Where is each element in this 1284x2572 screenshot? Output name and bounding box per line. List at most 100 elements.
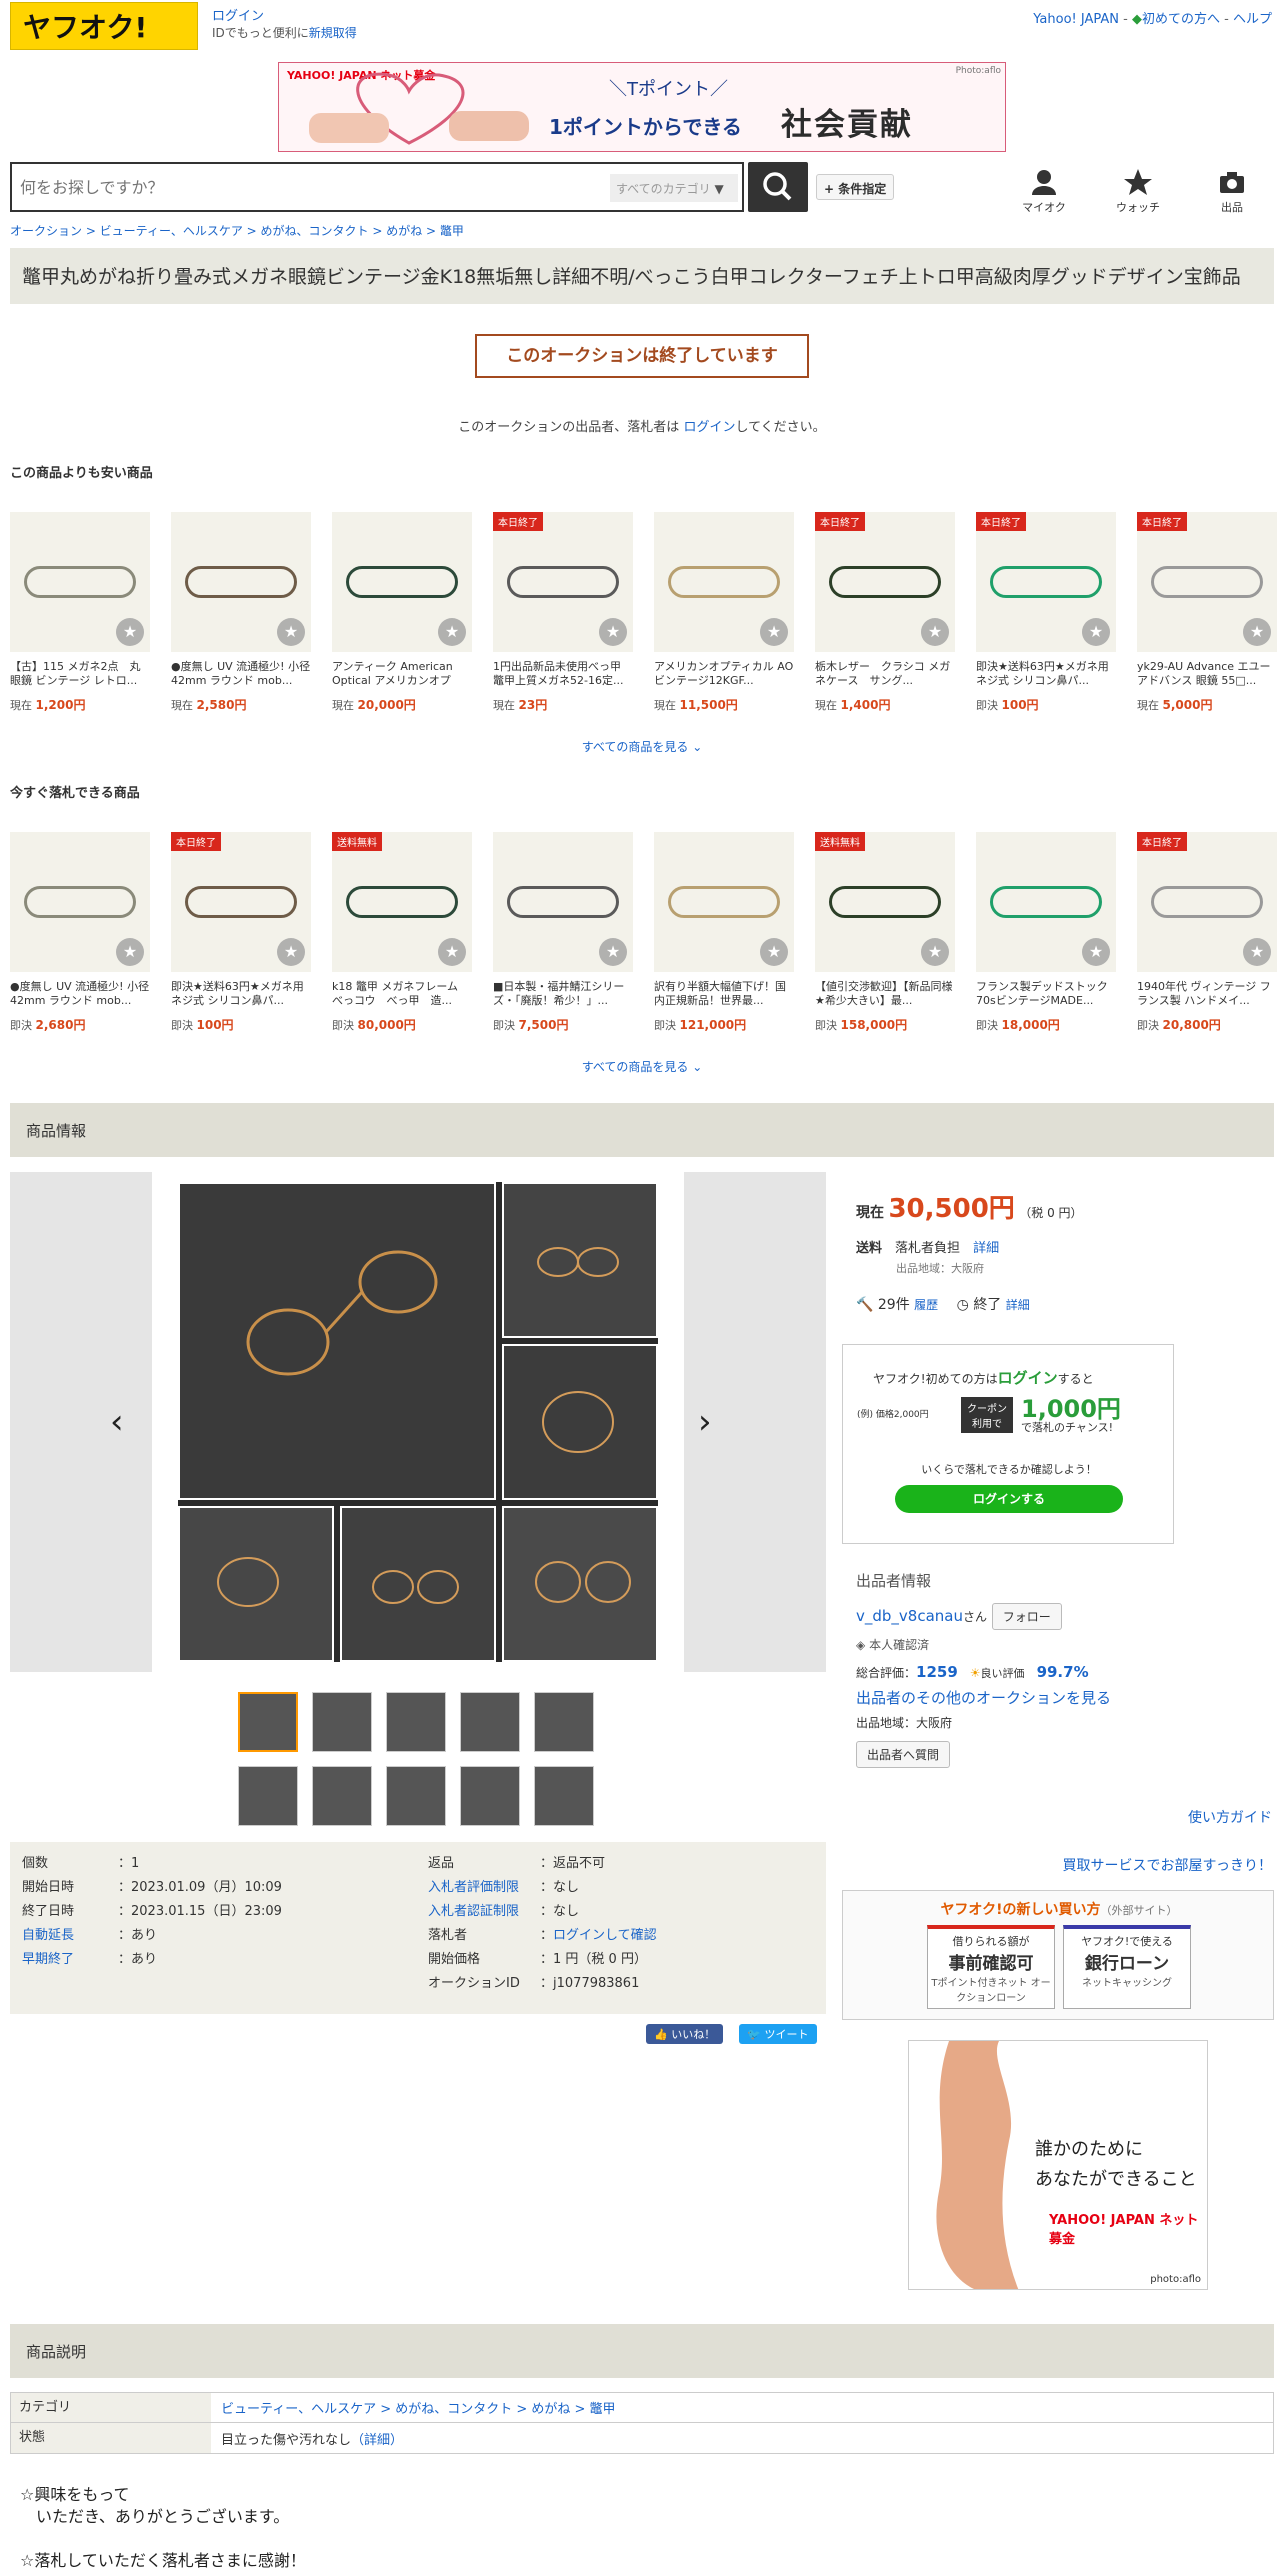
promo-login-button[interactable]: ログインする xyxy=(895,1485,1123,1513)
watch-star-icon[interactable]: ★ xyxy=(438,938,466,966)
product-name[interactable]: 訳有り半額大幅値下げ！国内正規新品！世界最... xyxy=(654,980,794,1008)
product-card[interactable]: 本日終了 ★ 即決★送料63円★メガネ用ネジ式 シリコン鼻パ... 即決 100円 xyxy=(976,512,1116,712)
conditions-button[interactable]: + 条件指定 xyxy=(816,174,895,200)
image-thumbnail[interactable] xyxy=(238,1766,298,1826)
product-card[interactable]: ★ ●度無し UV 流通極少! 小径42mm ラウンド mob... 即決 2,68… xyxy=(10,832,150,1032)
charity-ad[interactable]: 誰かのために あなたができること YAHOO! JAPAN ネット募金 phot… xyxy=(908,2040,1208,2290)
image-thumbnail[interactable] xyxy=(238,1692,298,1752)
buy-service-link[interactable]: 買取サービスでお部屋すっきり！ xyxy=(1063,1855,1272,1875)
image-thumbnail[interactable] xyxy=(312,1692,372,1752)
product-image[interactable]: ★ xyxy=(976,832,1116,972)
product-card[interactable]: ★ フランス製デッドストック70sビンテージMADE... 即決 18,000円 xyxy=(976,832,1116,1032)
product-image[interactable]: ★ xyxy=(171,512,311,652)
product-name[interactable]: ●度無し UV 流通極少! 小径42mm ラウンド mob... xyxy=(171,660,311,688)
product-card[interactable]: ★ 訳有り半額大幅値下げ！国内正規新品！世界最... 即決 121,000円 xyxy=(654,832,794,1032)
product-card[interactable]: ★ ■日本製・福井鯖江シリーズ・「廃版！希少！」... 即決 7,500円 xyxy=(493,832,633,1032)
watch-star-icon[interactable]: ★ xyxy=(1082,938,1110,966)
image-thumbnail[interactable] xyxy=(460,1692,520,1752)
preapproval-card[interactable]: 借りられる額が 事前確認可 Tポイント付きネット オークションローン xyxy=(927,1925,1055,2009)
image-thumbnail[interactable] xyxy=(386,1692,446,1752)
seller-name-link[interactable]: v_db_v8canau xyxy=(856,1607,963,1625)
register-link[interactable]: 新規取得 xyxy=(309,26,357,40)
condition-detail-link[interactable]: （詳細） xyxy=(351,2433,403,2448)
watch-star-icon[interactable]: ★ xyxy=(116,938,144,966)
like-button[interactable]: 👍 いいね！ xyxy=(646,2024,724,2044)
product-image[interactable]: 本日終了 ★ xyxy=(1137,832,1277,972)
watch-star-icon[interactable]: ★ xyxy=(760,618,788,646)
product-name[interactable]: 【値引交渉歓迎】【新品同様★希少大きい】最... xyxy=(815,980,955,1008)
end-detail-link[interactable]: 詳細 xyxy=(1006,1298,1030,1312)
product-name[interactable]: アメリカンオプティカル AO ビンテージ12KGF... xyxy=(654,660,794,688)
promo-login-link[interactable]: ログイン xyxy=(998,1369,1058,1387)
watch-star-icon[interactable]: ★ xyxy=(921,618,949,646)
product-image[interactable]: 本日終了 ★ xyxy=(1137,512,1277,652)
buynow-see-all[interactable]: すべての商品を見る ⌄ xyxy=(0,1058,1284,1075)
product-name[interactable]: 【古】115 メガネ2点 丸眼鏡 ビンテージ レトロ... xyxy=(10,660,150,688)
nav-watch[interactable]: ウォッチ xyxy=(1108,168,1168,215)
product-name[interactable]: 即決★送料63円★メガネ用ネジ式 シリコン鼻パ... xyxy=(171,980,311,1008)
product-image[interactable]: 本日終了 ★ xyxy=(493,512,633,652)
follow-button[interactable]: フォロー xyxy=(991,1603,1062,1630)
product-card[interactable]: 本日終了 ★ 栃木レザー クラシコ メガネケース サング... 現在 1,400円 xyxy=(815,512,955,712)
nav-myauction[interactable]: マイオク xyxy=(1014,168,1074,215)
product-card[interactable]: ★ アンティーク American Optical アメリカンオプテ... 現在 2… xyxy=(332,512,472,712)
first-time-link[interactable]: 初めての方へ xyxy=(1142,12,1220,27)
product-card[interactable]: 本日終了 ★ 1円出品新品未使用べっ甲 鼈甲上質メガネ52-16定... 現在 23円 xyxy=(493,512,633,712)
product-image[interactable]: 本日終了 ★ xyxy=(976,512,1116,652)
next-arrow-icon[interactable]: › xyxy=(698,1402,712,1442)
product-name[interactable]: ●度無し UV 流通極少! 小径42mm ラウンド mob... xyxy=(10,980,150,1008)
main-image-collage[interactable] xyxy=(178,1182,658,1662)
product-image[interactable]: ★ xyxy=(493,832,633,972)
watch-star-icon[interactable]: ★ xyxy=(921,938,949,966)
breadcrumb[interactable]: オークション > ビューティー、ヘルスケア > めがね、コンタクト > めがね … xyxy=(10,222,464,239)
search-button[interactable] xyxy=(748,162,808,212)
product-card[interactable]: ★ アメリカンオプティカル AO ビンテージ12KGF... 現在 11,500円 xyxy=(654,512,794,712)
cheaper-see-all[interactable]: すべての商品を見る ⌄ xyxy=(0,738,1284,755)
help-link[interactable]: ヘルプ xyxy=(1233,12,1272,27)
seller-other-auctions-link[interactable]: 出品者のその他のオークションを見る xyxy=(856,1689,1111,1707)
bid-history-link[interactable]: 履歴 xyxy=(914,1298,938,1312)
watch-star-icon[interactable]: ★ xyxy=(116,618,144,646)
product-card[interactable]: ★ 【古】115 メガネ2点 丸眼鏡 ビンテージ レトロ... 現在 1,200円 xyxy=(10,512,150,712)
prev-arrow-icon[interactable]: ‹ xyxy=(110,1402,124,1442)
usage-guide-link[interactable]: 使い方ガイド xyxy=(1188,1807,1272,1827)
product-name[interactable]: yk29-AU Advance エユーアドバンス 眼鏡 55□... xyxy=(1137,660,1277,688)
seller-rating[interactable]: 1259 xyxy=(916,1663,958,1681)
yahoo-japan-link[interactable]: Yahoo! JAPAN xyxy=(1033,12,1119,27)
watch-star-icon[interactable]: ★ xyxy=(599,618,627,646)
category-select[interactable]: すべてのカテゴリ ▼ xyxy=(610,174,738,202)
question-button[interactable]: 出品者へ質問 xyxy=(856,1741,951,1768)
product-name[interactable]: 1円出品新品未使用べっ甲 鼈甲上質メガネ52-16定... xyxy=(493,660,633,688)
product-name[interactable]: 栃木レザー クラシコ メガネケース サング... xyxy=(815,660,955,688)
image-thumbnail[interactable] xyxy=(460,1766,520,1826)
spec-value[interactable]: ログインして確認 xyxy=(553,1928,657,1943)
spec-key[interactable]: 入札者認証制限 xyxy=(428,1900,540,1919)
product-card[interactable]: 送料無料 ★ 【値引交渉歓迎】【新品同様★希少大きい】最... 即決 158,000円 xyxy=(815,832,955,1032)
ended-login-link[interactable]: ログイン xyxy=(683,420,735,435)
product-name[interactable]: フランス製デッドストック70sビンテージMADE... xyxy=(976,980,1116,1008)
yahuoku-logo[interactable]: ヤフオク! xyxy=(10,2,198,50)
watch-star-icon[interactable]: ★ xyxy=(438,618,466,646)
product-image[interactable]: 送料無料 ★ xyxy=(332,832,472,972)
product-card[interactable]: ★ ●度無し UV 流通極少! 小径42mm ラウンド mob... 現在 2,58… xyxy=(171,512,311,712)
watch-star-icon[interactable]: ★ xyxy=(1243,618,1271,646)
product-image[interactable]: 本日終了 ★ xyxy=(815,512,955,652)
image-thumbnail[interactable] xyxy=(386,1766,446,1826)
shipping-detail-link[interactable]: 詳細 xyxy=(973,1241,999,1256)
login-link[interactable]: ログイン xyxy=(212,9,264,24)
product-name[interactable]: 即決★送料63円★メガネ用ネジ式 シリコン鼻パ... xyxy=(976,660,1116,688)
product-card[interactable]: 本日終了 ★ 即決★送料63円★メガネ用ネジ式 シリコン鼻パ... 即決 100円 xyxy=(171,832,311,1032)
product-image[interactable]: ★ xyxy=(654,512,794,652)
category-link[interactable]: ビューティー、ヘルスケア > めがね、コンタクト > めがね > 鼈甲 xyxy=(221,2402,616,2417)
spec-key[interactable]: 早期終了 xyxy=(22,1948,118,1967)
image-thumbnail[interactable] xyxy=(534,1766,594,1826)
watch-star-icon[interactable]: ★ xyxy=(1082,618,1110,646)
product-name[interactable]: ■日本製・福井鯖江シリーズ・「廃版！希少！」... xyxy=(493,980,633,1008)
spec-key[interactable]: 入札者評価制限 xyxy=(428,1876,540,1895)
image-thumbnail[interactable] xyxy=(534,1692,594,1752)
product-image[interactable]: ★ xyxy=(10,512,150,652)
product-card[interactable]: 本日終了 ★ 1940年代 ヴィンテージ フランス製 ハンドメイ... 即決 20,8… xyxy=(1137,832,1277,1032)
product-image[interactable]: 送料無料 ★ xyxy=(815,832,955,972)
search-input[interactable] xyxy=(20,173,600,201)
product-name[interactable]: アンティーク American Optical アメリカンオプテ... xyxy=(332,660,472,688)
